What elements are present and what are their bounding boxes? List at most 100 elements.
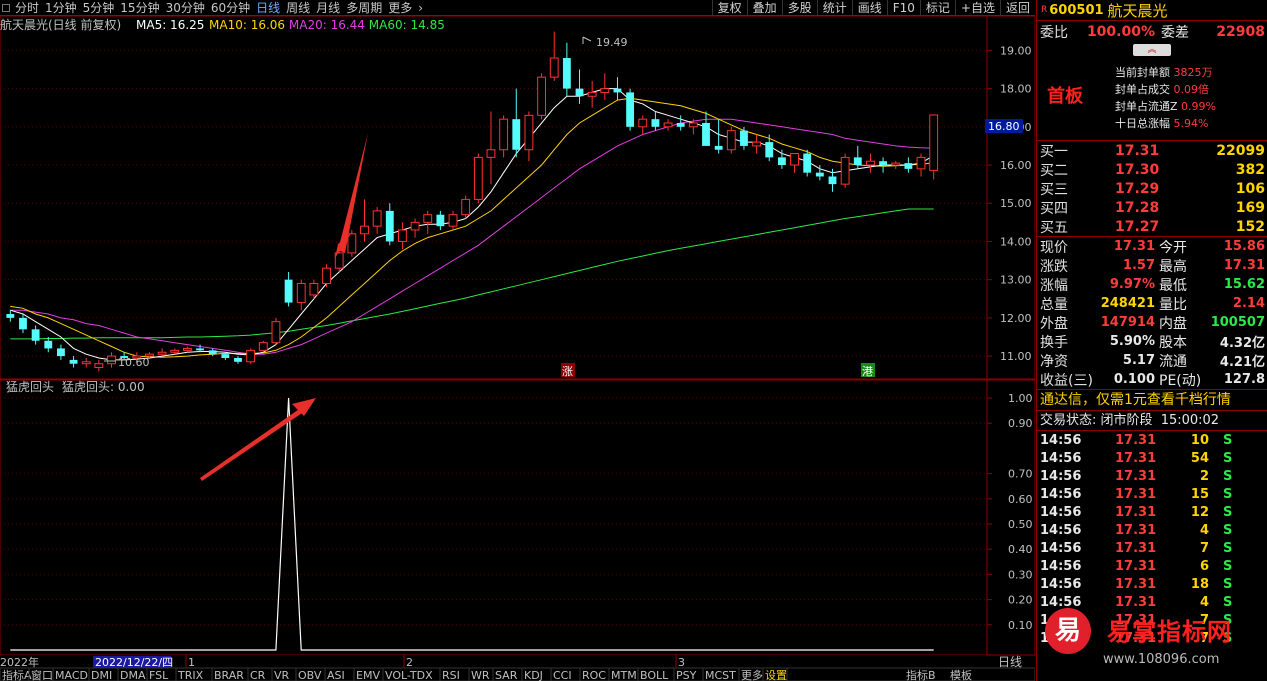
kline-chart[interactable]: 19.0018.0017.0016.0015.0014.0013.0012.00… <box>0 0 1035 681</box>
weibi-value: 100.00% <box>1086 23 1155 40</box>
toolbar-button-0[interactable]: 复权 <box>711 0 747 16</box>
stat-label: PE(动) <box>1159 372 1202 389</box>
toolbar-toggle-icon[interactable] <box>2 3 10 12</box>
toolbar-button-3[interactable]: 统计 <box>816 0 852 16</box>
candle-body-up <box>360 225 369 235</box>
bid-row-2[interactable]: 买三 17.29 106 <box>1037 179 1267 198</box>
indicator-tab-22[interactable]: PSY <box>676 669 697 681</box>
candle-body-down <box>740 130 748 146</box>
indicator-tab-23[interactable]: MCST <box>705 669 736 681</box>
candle-body-up <box>398 229 407 242</box>
stat-value: 2.14 <box>1232 296 1265 311</box>
bid-label: 买二 <box>1040 162 1068 179</box>
indicator-tab-6[interactable]: TRIX <box>177 669 204 681</box>
tick-volume: 2 <box>1199 468 1209 484</box>
indicator-tab-0[interactable]: 指标A <box>2 668 32 681</box>
more-chevron-icon[interactable]: › <box>415 1 426 15</box>
indicator-tab-17[interactable]: KDJ <box>524 669 543 681</box>
indicator-tab-18[interactable]: CCI <box>553 669 572 681</box>
candle-body-up <box>600 88 610 93</box>
tick-row-5: 14:56 17.31 4 S <box>1037 521 1267 539</box>
candle-body-up <box>663 122 673 128</box>
period-tab-3[interactable]: 15分钟 <box>117 0 162 16</box>
indicator-tab-11[interactable]: ASI <box>327 669 345 681</box>
collapse-chevron-icon[interactable]: ︽ <box>1133 44 1171 56</box>
period-tab-10[interactable]: 更多 <box>385 0 415 16</box>
period-tab-9[interactable]: 多周期 <box>343 0 385 16</box>
period-tab-5[interactable]: 60分钟 <box>208 0 253 16</box>
candle-body-up <box>752 141 762 147</box>
toolbar-button-1[interactable]: 叠加 <box>746 0 782 16</box>
bid-row-0[interactable]: 买一 17.31 22099 <box>1037 141 1267 160</box>
seal-info-label: 封单占成交 <box>1115 83 1170 96</box>
indicator-tab-13[interactable]: VOL-TDX <box>385 669 433 681</box>
indicator-tab-3[interactable]: DMI <box>91 669 112 681</box>
candle-body-down <box>815 172 824 177</box>
indicator-tab-14[interactable]: RSI <box>442 669 460 681</box>
indicator-tab-8[interactable]: CR <box>250 669 266 681</box>
indicator-tab-12[interactable]: EMV <box>356 669 380 681</box>
indicator-tab-16[interactable]: SAR <box>495 669 518 681</box>
toolbar-button-4[interactable]: 画线 <box>851 0 887 16</box>
stat-row-1: 涨跌 1.57 最高 17.31 <box>1037 256 1267 275</box>
toolbar-button-7[interactable]: +自选 <box>954 0 1000 16</box>
price-tick-label: 13.00 <box>1000 274 1032 287</box>
ma-legend-item-1: MA10: 16.06 <box>209 18 285 32</box>
period-tab-0[interactable]: 分时 <box>12 0 42 16</box>
current-price-tag: 16.80 <box>988 120 1020 133</box>
toolbar-button-8[interactable]: 返回 <box>999 0 1035 16</box>
bid-row-1[interactable]: 买二 17.30 382 <box>1037 160 1267 179</box>
gang-badge[interactable]: 港 <box>862 365 873 378</box>
candle-body-down <box>221 354 230 358</box>
period-tab-6[interactable]: 日线 <box>253 0 283 16</box>
bid-row-3[interactable]: 买四 17.28 169 <box>1037 198 1267 217</box>
indicator-tab-7[interactable]: BRAR <box>214 669 244 681</box>
indicator-tab-20[interactable]: MTM <box>611 669 637 681</box>
period-label[interactable]: 日线 <box>998 655 1022 669</box>
indicator-right-tab-1[interactable]: 模板 <box>950 668 972 681</box>
indicator-tab-5[interactable]: FSL <box>149 669 169 681</box>
indicator-right-tab-0[interactable]: 指标B <box>906 668 936 681</box>
period-tab-8[interactable]: 月线 <box>313 0 343 16</box>
high-marker-arrow <box>582 36 592 42</box>
stat-label: 净资 <box>1040 353 1068 370</box>
indicator-tab-9[interactable]: VR <box>274 669 290 681</box>
candle-body-up <box>170 349 180 353</box>
promo-banner[interactable]: 通达信，仅需1元查看千档行情 <box>1037 389 1267 410</box>
indicator-tick-label: 0.70 <box>1008 468 1033 481</box>
trade-time: 15:00:02 <box>1160 413 1220 428</box>
period-tab-1[interactable]: 1分钟 <box>42 0 80 16</box>
tick-price: 17.31 <box>1115 594 1157 610</box>
candle-body-up <box>309 282 319 296</box>
indicator-tab-25[interactable]: 设置 <box>765 669 787 681</box>
indicator-tab-21[interactable]: BOLL <box>640 669 669 681</box>
stat-value: 100507 <box>1210 315 1265 330</box>
indicator-tab-10[interactable]: OBV <box>298 669 322 681</box>
indicator-tab-24[interactable]: 更多 <box>741 668 763 681</box>
stock-name: 航天晨光 <box>1107 1 1168 20</box>
weicha-value: 22908 <box>1216 23 1265 40</box>
month-label-3: 3 <box>678 656 685 669</box>
indicator-tab-19[interactable]: ROC <box>582 669 606 681</box>
stat-value: 0.100 <box>1113 372 1155 387</box>
indicator-tab-1[interactable]: 窗口 <box>31 668 53 681</box>
indicator-tab-4[interactable]: DMA <box>120 669 146 681</box>
period-tab-7[interactable]: 周线 <box>283 0 313 16</box>
indicator-tab-15[interactable]: WR <box>471 669 490 681</box>
toolbar-button-6[interactable]: 标记 <box>919 0 955 16</box>
tick-side: S <box>1223 468 1233 484</box>
zhang-badge[interactable]: 涨 <box>562 365 573 378</box>
indicator-tab-2[interactable]: MACD <box>55 669 88 681</box>
period-tab-4[interactable]: 30分钟 <box>163 0 208 16</box>
period-tab-2[interactable]: 5分钟 <box>80 0 118 16</box>
stat-value: 1.57 <box>1122 258 1155 273</box>
moving-average-lines <box>10 88 934 361</box>
candle-body-up <box>537 76 546 116</box>
bid-row-4[interactable]: 买五 17.27 152 <box>1037 217 1267 236</box>
toolbar-button-2[interactable]: 多股 <box>781 0 817 16</box>
tick-volume: 4 <box>1199 522 1209 538</box>
seal-info-row-1: 封单占成交 0.09倍 <box>1115 81 1216 98</box>
toolbar-button-5[interactable]: F10 <box>886 0 920 16</box>
indicator-panel-frame <box>0 379 988 656</box>
candle-body-up <box>524 114 534 151</box>
